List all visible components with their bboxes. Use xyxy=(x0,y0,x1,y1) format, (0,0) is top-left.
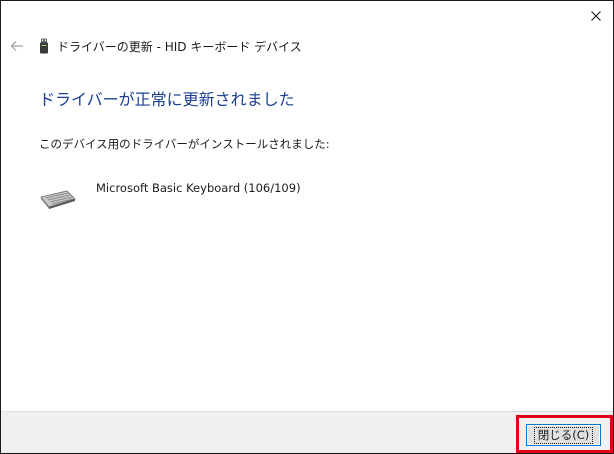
installed-message: このデバイス用のドライバーがインストールされました: xyxy=(39,137,330,151)
back-button[interactable] xyxy=(9,38,25,54)
highlight-annotation xyxy=(516,415,613,453)
close-icon xyxy=(591,11,601,21)
driver-update-window: ドライバーの更新 - HID キーボード デバイス ドライバーが正常に更新されま… xyxy=(0,0,614,454)
success-heading: ドライバーが正常に更新されました xyxy=(39,90,295,109)
dialog-footer: 閉じる(C) xyxy=(1,411,613,453)
title-bar-row: ドライバーの更新 - HID キーボード デバイス xyxy=(9,35,302,57)
device-name-label: Microsoft Basic Keyboard (106/109) xyxy=(96,181,301,195)
keyboard-icon xyxy=(40,190,76,209)
window-close-button[interactable] xyxy=(579,1,613,31)
back-arrow-icon xyxy=(10,41,23,51)
usb-device-icon xyxy=(39,38,49,54)
window-title: ドライバーの更新 - HID キーボード デバイス xyxy=(57,39,302,54)
